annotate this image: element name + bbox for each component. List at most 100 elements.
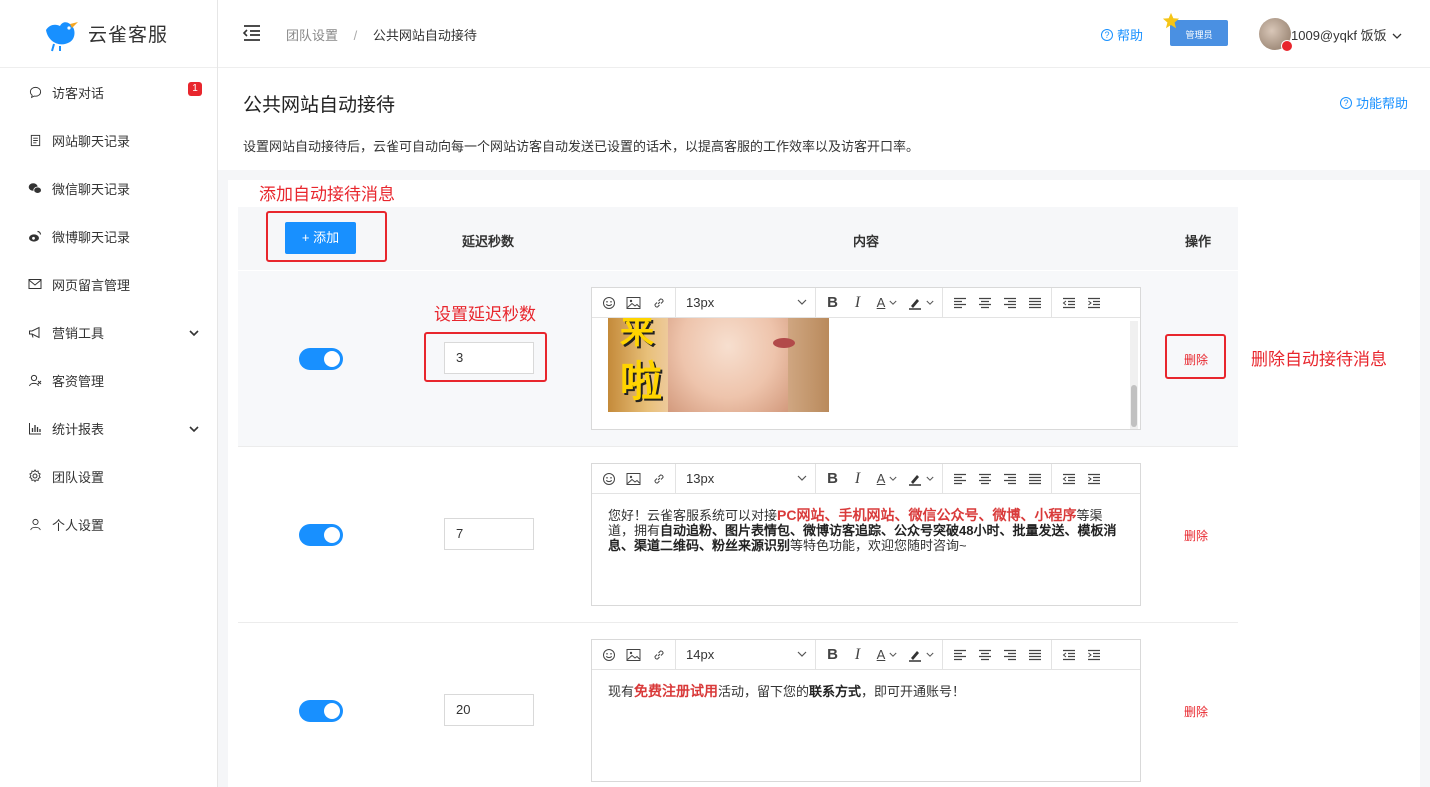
indent-icon[interactable] xyxy=(1081,468,1106,490)
align-left-icon[interactable] xyxy=(947,292,972,314)
enable-toggle[interactable] xyxy=(299,348,343,370)
insert-group xyxy=(592,463,676,494)
logo[interactable]: 云雀客服 xyxy=(0,0,217,68)
sidebar-item-8[interactable]: 团队设置 xyxy=(0,452,217,500)
sidebar-item-1[interactable]: 网站聊天记录 xyxy=(0,116,217,164)
italic-icon[interactable]: I xyxy=(845,644,870,666)
font-size-select[interactable]: 13px xyxy=(676,463,816,494)
delay-seconds-input[interactable]: 20 xyxy=(444,694,534,726)
align-left-icon[interactable] xyxy=(947,644,972,666)
bold-icon[interactable]: B xyxy=(820,644,845,666)
delete-button[interactable]: 删除 xyxy=(1184,527,1208,544)
annotation-box-add xyxy=(266,211,387,262)
align-group xyxy=(943,287,1052,318)
delete-button[interactable]: 删除 xyxy=(1184,703,1208,720)
avatar[interactable] xyxy=(1259,18,1293,52)
editor-content[interactable]: 您好！云雀客服系统可以对接PC网站、手机网站、微信公众号、微博、小程序等渠道，拥… xyxy=(592,494,1140,567)
image-icon[interactable] xyxy=(621,644,646,666)
sidebar-item-9[interactable]: 个人设置 xyxy=(0,500,217,548)
sidebar-item-5[interactable]: 营销工具 xyxy=(0,308,217,356)
outdent-icon[interactable] xyxy=(1056,468,1081,490)
admin-role-badge: 管理员 xyxy=(1162,12,1228,46)
sidebar-item-6[interactable]: 客资管理 xyxy=(0,356,217,404)
delay-seconds-input[interactable]: 7 xyxy=(444,518,534,550)
help-label: 帮助 xyxy=(1117,28,1144,43)
outdent-icon[interactable] xyxy=(1056,292,1081,314)
highlight-color-icon[interactable] xyxy=(904,644,938,666)
page-title: 公共网站自动接待 xyxy=(243,95,396,116)
message-text-segment: 联系方式 xyxy=(809,684,862,699)
function-help-link[interactable]: ? 功能帮助 xyxy=(1339,93,1408,112)
format-group: BIA xyxy=(816,287,943,318)
format-group: BIA xyxy=(816,639,943,670)
editor-content[interactable]: 现有免费注册试用活动，留下您的联系方式，即可开通账号！ xyxy=(592,670,1140,713)
align-justify-icon[interactable] xyxy=(1022,292,1047,314)
document-icon xyxy=(28,133,42,147)
image-icon[interactable] xyxy=(621,468,646,490)
font-size-select[interactable]: 14px xyxy=(676,639,816,670)
message-text-segment: ，即可开通账号！ xyxy=(861,684,966,699)
align-center-icon[interactable] xyxy=(972,468,997,490)
sidebar-item-0[interactable]: 访客对话 1 xyxy=(0,68,217,116)
chevron-down-icon xyxy=(797,299,807,305)
italic-icon[interactable]: I xyxy=(845,468,870,490)
align-right-icon[interactable] xyxy=(997,644,1022,666)
font-color-icon[interactable]: A xyxy=(870,468,904,490)
mail-icon xyxy=(28,277,42,291)
font-size-select[interactable]: 13px xyxy=(676,287,816,318)
editor-toolbar: 14px B I A xyxy=(592,639,1140,670)
font-color-icon[interactable]: A xyxy=(870,644,904,666)
emoji-icon[interactable] xyxy=(596,468,621,490)
collapse-menu-icon[interactable] xyxy=(242,24,262,42)
align-center-icon[interactable] xyxy=(972,292,997,314)
enable-toggle[interactable] xyxy=(299,700,343,722)
help-link[interactable]: ? 帮助 xyxy=(1101,25,1143,44)
link-icon[interactable] xyxy=(646,468,671,490)
align-justify-icon[interactable] xyxy=(1022,644,1047,666)
bold-icon[interactable]: B xyxy=(820,292,845,314)
align-justify-icon[interactable] xyxy=(1022,468,1047,490)
editor-toolbar: 13px B I A xyxy=(592,463,1140,494)
emoji-icon[interactable] xyxy=(596,644,621,666)
insert-group xyxy=(592,287,676,318)
link-icon[interactable] xyxy=(646,292,671,314)
page-header: 公共网站自动接待 ? 功能帮助 设置网站自动接待后，云雀可自动向每一个网站访客自… xyxy=(218,68,1430,170)
enable-toggle[interactable] xyxy=(299,524,343,546)
indent-icon[interactable] xyxy=(1081,292,1106,314)
sidebar-item-3[interactable]: 微博聊天记录 xyxy=(0,212,217,260)
brand-name: 云雀客服 xyxy=(88,25,169,46)
sidebar-item-7[interactable]: 统计报表 xyxy=(0,404,217,452)
align-right-icon[interactable] xyxy=(997,468,1022,490)
scrollbar-thumb[interactable] xyxy=(1131,385,1137,427)
highlight-color-icon[interactable] xyxy=(904,468,938,490)
breadcrumb-team-settings[interactable]: 团队设置 xyxy=(286,28,338,43)
table-row: 7 13px B I A 您好！云雀客服系统可以对接PC网站、手机网站、微信公众号、微博、… xyxy=(238,447,1238,623)
chevron-down-icon[interactable] xyxy=(189,421,199,436)
user-menu[interactable]: 1009@yqkf 饭饭 xyxy=(1291,25,1402,44)
sidebar-item-2[interactable]: 微信聊天记录 xyxy=(0,164,217,212)
align-left-icon[interactable] xyxy=(947,468,972,490)
indent-icon[interactable] xyxy=(1081,644,1106,666)
sidebar-item-4[interactable]: 网页留言管理 xyxy=(0,260,217,308)
link-icon[interactable] xyxy=(646,644,671,666)
image-icon[interactable] xyxy=(621,292,646,314)
indent-group xyxy=(1052,464,1110,494)
emoji-icon[interactable] xyxy=(596,292,621,314)
face-illustration xyxy=(668,318,795,412)
align-group xyxy=(943,463,1052,494)
column-header-content: 内容 xyxy=(853,234,880,249)
italic-icon[interactable]: I xyxy=(845,292,870,314)
align-center-icon[interactable] xyxy=(972,644,997,666)
bold-icon[interactable]: B xyxy=(820,468,845,490)
chevron-down-icon[interactable] xyxy=(189,325,199,340)
align-right-icon[interactable] xyxy=(997,292,1022,314)
editor-scrollbar[interactable] xyxy=(1130,321,1138,429)
breadcrumb-separator: / xyxy=(353,28,358,43)
font-color-icon[interactable]: A xyxy=(870,292,904,314)
outdent-icon[interactable] xyxy=(1056,644,1081,666)
message-text-segment: 现有 xyxy=(608,684,635,699)
megaphone-icon xyxy=(28,325,42,339)
breadcrumb: 团队设置 / 公共网站自动接待 xyxy=(286,25,477,44)
gif-caption-bottom: 啦 xyxy=(620,357,663,406)
highlight-color-icon[interactable] xyxy=(904,292,938,314)
